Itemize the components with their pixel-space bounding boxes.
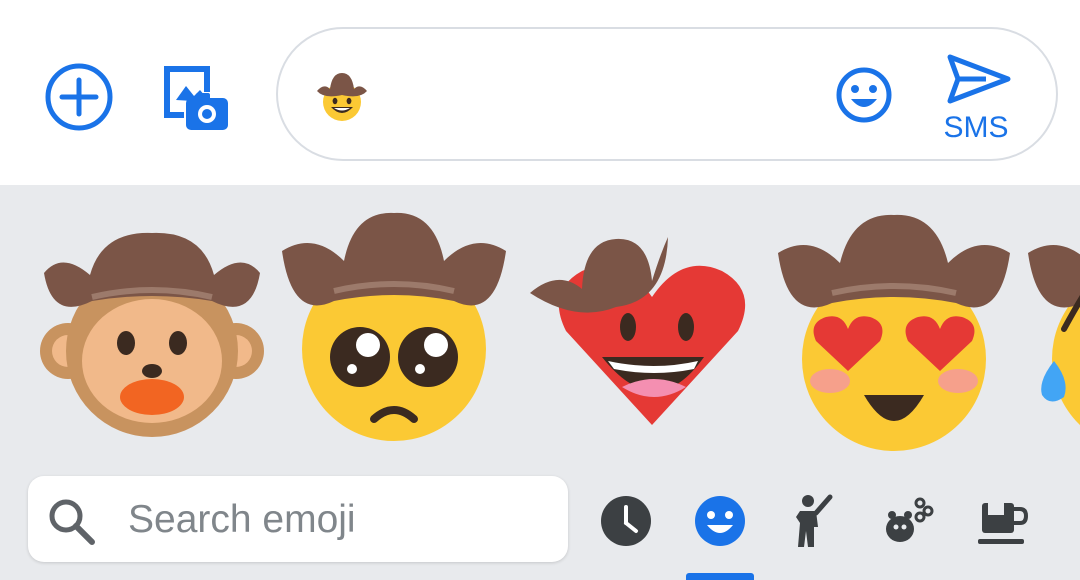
emoji-button[interactable] (834, 65, 894, 125)
people-icon (796, 494, 833, 547)
tab-food-drink[interactable] (972, 491, 1032, 551)
search-icon (49, 499, 95, 545)
tab-people[interactable] (784, 491, 844, 551)
cowboy-heart-eyes-sticker[interactable] (774, 211, 1014, 451)
tab-smileys[interactable] (690, 491, 750, 551)
add-circle-icon (45, 63, 113, 131)
recent-icon (601, 496, 651, 546)
selected-tab-indicator (686, 573, 754, 580)
tab-animals-nature[interactable] (878, 491, 938, 551)
compose-bar: SMS (0, 0, 1080, 185)
cowboy-pleading-face-sticker[interactable] (274, 211, 514, 451)
emoji-search-field[interactable]: Search emoji (28, 476, 568, 562)
send-label: SMS (943, 111, 1009, 144)
search-placeholder: Search emoji (128, 498, 356, 541)
smileys-icon (695, 496, 745, 546)
gallery-camera-icon (164, 66, 228, 130)
emoji-kitchen-suggestions (0, 211, 1080, 461)
cowboy-face-emoji (317, 73, 367, 121)
food-drink-icon (978, 501, 1029, 544)
add-attachment-button[interactable] (44, 62, 114, 132)
message-input[interactable]: SMS (276, 27, 1058, 161)
cowboy-heart-face-sticker[interactable] (526, 211, 766, 451)
animals-nature-icon (886, 497, 934, 542)
cowboy-monkey-sticker[interactable] (32, 211, 272, 451)
smiley-icon (836, 67, 892, 123)
send-icon (947, 54, 1011, 104)
gallery-button[interactable] (158, 60, 232, 134)
tab-recent[interactable] (596, 491, 656, 551)
send-sms-button[interactable]: SMS (936, 51, 1016, 147)
cowboy-sweat-face-sticker[interactable] (1024, 211, 1080, 451)
emoji-keyboard: Search emoji (0, 185, 1080, 580)
